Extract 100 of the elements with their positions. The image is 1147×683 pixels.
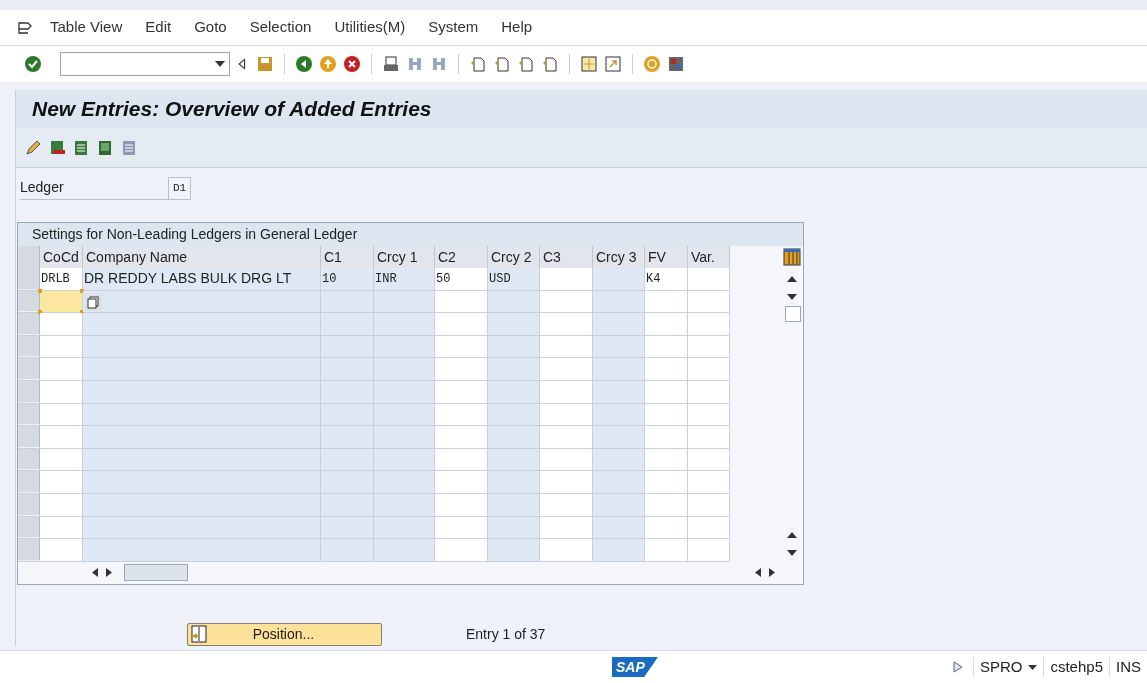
table-cell[interactable] [435, 493, 488, 516]
scroll-thumb[interactable] [785, 306, 801, 322]
table-cell[interactable] [688, 493, 730, 516]
table-cell[interactable] [540, 403, 593, 426]
table-cell[interactable] [540, 471, 593, 493]
page-icon[interactable] [541, 55, 559, 73]
table-cell[interactable] [488, 493, 540, 516]
table-cell[interactable]: 50 [435, 268, 488, 290]
row-selector[interactable] [18, 358, 40, 380]
page-icon[interactable] [469, 55, 487, 73]
table-cell[interactable] [374, 471, 435, 493]
table-cell[interactable] [688, 426, 730, 448]
table-cell[interactable] [688, 516, 730, 539]
menu-item[interactable]: Selection [249, 16, 312, 39]
table-cell[interactable] [321, 290, 374, 313]
table-cell[interactable] [435, 516, 488, 539]
table-cell[interactable] [593, 380, 645, 403]
table-cell[interactable] [83, 426, 321, 448]
table-cell[interactable] [40, 358, 83, 380]
table-cell[interactable] [488, 335, 540, 358]
table-cell[interactable] [488, 358, 540, 380]
table-cell[interactable] [83, 471, 321, 493]
table-cell[interactable] [40, 516, 83, 539]
table-cell[interactable] [321, 471, 374, 493]
table-cell[interactable] [40, 471, 83, 493]
delete-row-icon[interactable] [48, 138, 66, 157]
table-cell[interactable] [40, 335, 83, 358]
scroll-thumb[interactable] [124, 564, 188, 582]
column-settings-icon[interactable] [783, 248, 801, 266]
menu-item[interactable]: Table View [50, 16, 123, 39]
table-cell[interactable] [83, 403, 321, 426]
table-cell[interactable] [540, 313, 593, 335]
table-cell[interactable] [40, 403, 83, 426]
table-cell[interactable] [321, 426, 374, 448]
page-icon[interactable] [517, 55, 535, 73]
back-icon[interactable] [295, 55, 313, 73]
scroll-right-icon[interactable] [769, 568, 775, 578]
help-icon[interactable] [643, 55, 661, 73]
transaction-code[interactable]: SPRO [973, 655, 1029, 679]
table-cell[interactable] [83, 448, 321, 471]
table-cell[interactable] [40, 539, 83, 561]
table-cell[interactable] [593, 358, 645, 380]
table-cell[interactable] [593, 471, 645, 493]
table-cell[interactable] [688, 335, 730, 358]
scroll-left-icon[interactable] [92, 568, 98, 578]
table-cell[interactable] [488, 539, 540, 561]
table-cell[interactable]: USD [488, 268, 540, 290]
table-cell[interactable] [435, 290, 488, 313]
binoculars-icon[interactable] [430, 55, 448, 73]
play-icon[interactable] [952, 661, 963, 673]
table-cell[interactable] [488, 426, 540, 448]
table-cell[interactable] [645, 426, 688, 448]
table-cell[interactable] [488, 471, 540, 493]
row-selector[interactable] [18, 493, 40, 516]
table-cell[interactable] [435, 403, 488, 426]
table-cell[interactable] [645, 539, 688, 561]
table-cell[interactable] [488, 403, 540, 426]
table-cell[interactable] [83, 493, 321, 516]
table-cell[interactable] [540, 268, 593, 290]
position-button[interactable]: Position... [187, 622, 382, 646]
table-cell[interactable] [321, 313, 374, 335]
table-cell[interactable] [374, 380, 435, 403]
table-cell[interactable] [540, 358, 593, 380]
ledger-field[interactable]: D1 [168, 177, 192, 200]
table-cell[interactable] [83, 313, 321, 335]
table-cell[interactable] [321, 448, 374, 471]
table-cell[interactable] [593, 426, 645, 448]
table-cell[interactable] [321, 493, 374, 516]
table-cell[interactable] [374, 403, 435, 426]
copy-icon[interactable] [84, 292, 102, 311]
table-cell[interactable] [435, 380, 488, 403]
table-cell[interactable] [645, 380, 688, 403]
row-selector[interactable] [18, 516, 40, 539]
table-cell[interactable] [83, 539, 321, 561]
table-cell[interactable] [374, 493, 435, 516]
table-cell[interactable] [688, 539, 730, 561]
table-cell[interactable] [435, 335, 488, 358]
table-cell[interactable] [374, 290, 435, 313]
table-cell[interactable]: DR REDDY LABS BULK DRG LT [83, 268, 321, 290]
table-cell[interactable] [688, 471, 730, 493]
scroll-right-icon[interactable] [106, 568, 112, 578]
table-cell[interactable] [374, 335, 435, 358]
list-icon[interactable] [72, 138, 90, 157]
menu-item[interactable]: System [428, 16, 479, 39]
table-cell[interactable] [488, 313, 540, 335]
table-cell[interactable] [645, 358, 688, 380]
menu-item[interactable]: Goto [194, 16, 227, 39]
table-cell[interactable] [40, 313, 83, 335]
table-cell[interactable] [540, 493, 593, 516]
dropdown-icon[interactable] [215, 61, 225, 67]
row-selector[interactable] [18, 403, 40, 426]
print-icon[interactable] [382, 55, 400, 73]
table-cell[interactable] [540, 426, 593, 448]
table-cell[interactable] [374, 358, 435, 380]
table-cell[interactable] [435, 539, 488, 561]
exit-icon[interactable] [319, 55, 337, 73]
cancel-icon[interactable] [343, 55, 361, 73]
table-cell[interactable] [435, 426, 488, 448]
row-selector[interactable] [18, 539, 40, 561]
table-cell[interactable] [321, 335, 374, 358]
